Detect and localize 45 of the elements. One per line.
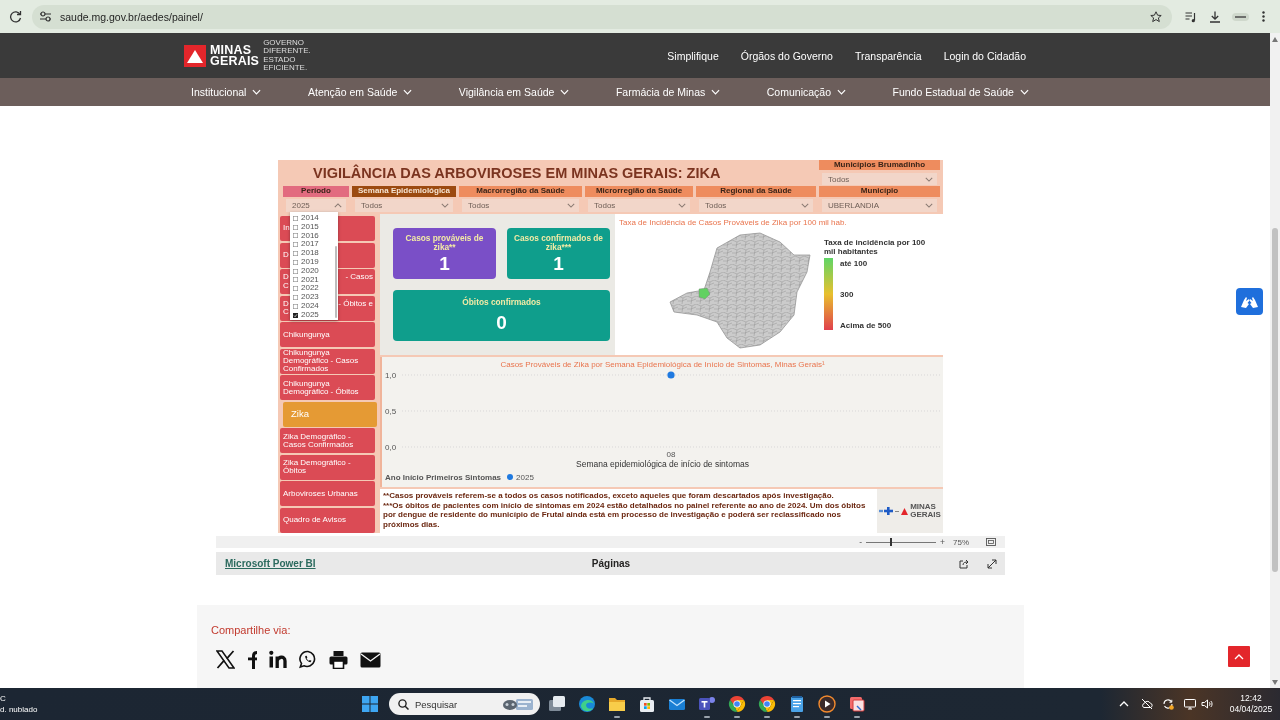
x-tick-label: 08 [666, 450, 676, 458]
legend-label: 300 [840, 290, 854, 299]
partial-label: D [283, 250, 289, 260]
y-tick-label: 1,0 [385, 370, 397, 380]
footnote: ***Os óbitos de pacientes com início de sintomas em 2024 estão detalhados no painel referente ao ano de 2024. Um dos óbitos por dengue de residente do município de Frutal ainda está em processo de investigação e poderá ser reclassificado nos próximos dias. [383, 500, 867, 529]
legend-title: Ano Início Primeiros Sintomas [385, 472, 502, 482]
partial-label: D [283, 273, 289, 282]
share-label: Compartilhe via: [211, 624, 291, 636]
legend-title: Taxa de incidência por 100 mil habitantes [824, 238, 927, 256]
filter-label: Macrorregião da Saúde [459, 186, 582, 197]
kpi-value: 1 [439, 253, 450, 274]
partial-label: - Óbitos e [338, 299, 373, 308]
chart-title: Casos Prováveis de Zika por Semana Epidemiológica de Início de Sintomas, Minas Gerais¹ [500, 360, 825, 370]
partial-label: C [283, 281, 289, 290]
footnote: **Casos prováveis referem-se a todos os casos notificados, exceto aqueles que foram descartados após investigação. [383, 491, 835, 501]
url-text: saude.mg.gov.br/aedes/painel/ [60, 10, 203, 23]
partial-label: C [283, 308, 289, 317]
map-title: Taxa de Incidência de Casos Prováveis de Zika por 100 mil hab. [619, 218, 847, 228]
kpi-title: Casos confirmados de zika*** [513, 233, 604, 253]
axis-title: Semana epidemiológica de início de sintomas [576, 459, 749, 470]
filter-label: Período [283, 186, 349, 197]
kpi-value: 1 [553, 253, 564, 274]
kpi-title: Casos prováveis de zika** [404, 233, 485, 253]
report-title: VIGILÂNCIA DAS ARBOVIROSES EM MINAS GERAIS: ZIKA [313, 165, 721, 181]
logo-wordmark: MINAS GERAIS [910, 503, 941, 519]
legend-label: 2025 [516, 472, 534, 482]
logo-wordmark: MINAS GERAIS [210, 44, 260, 67]
y-tick-label: 0,0 [385, 442, 397, 452]
partial-label: - Casos [345, 273, 373, 282]
weather-text: C [0, 693, 6, 704]
partial-label: In [283, 224, 290, 233]
kpi-value: 0 [496, 313, 507, 334]
legend-label: Acima de 500 [840, 321, 892, 330]
zoom-percent: 75% [953, 537, 969, 547]
legend-label: até 100 [840, 259, 868, 268]
logo-tagline: GOVERNO DIFERENTE. ESTADO EFICIENTE. [263, 38, 311, 73]
filter-label: Município [819, 186, 940, 197]
filter-label: Semana Epidemiológica [352, 186, 456, 197]
filter-label: Regional da Saúde [696, 186, 816, 197]
weather-text: d. nublado [0, 704, 38, 715]
kpi-title: Óbitos confirmados [462, 297, 541, 308]
filter-label: Microrregião da Saúde [585, 186, 693, 197]
partial-label: D [283, 299, 289, 308]
y-tick-label: 0,5 [385, 406, 397, 416]
filter-label: Municípios Brumadinho [819, 160, 940, 170]
